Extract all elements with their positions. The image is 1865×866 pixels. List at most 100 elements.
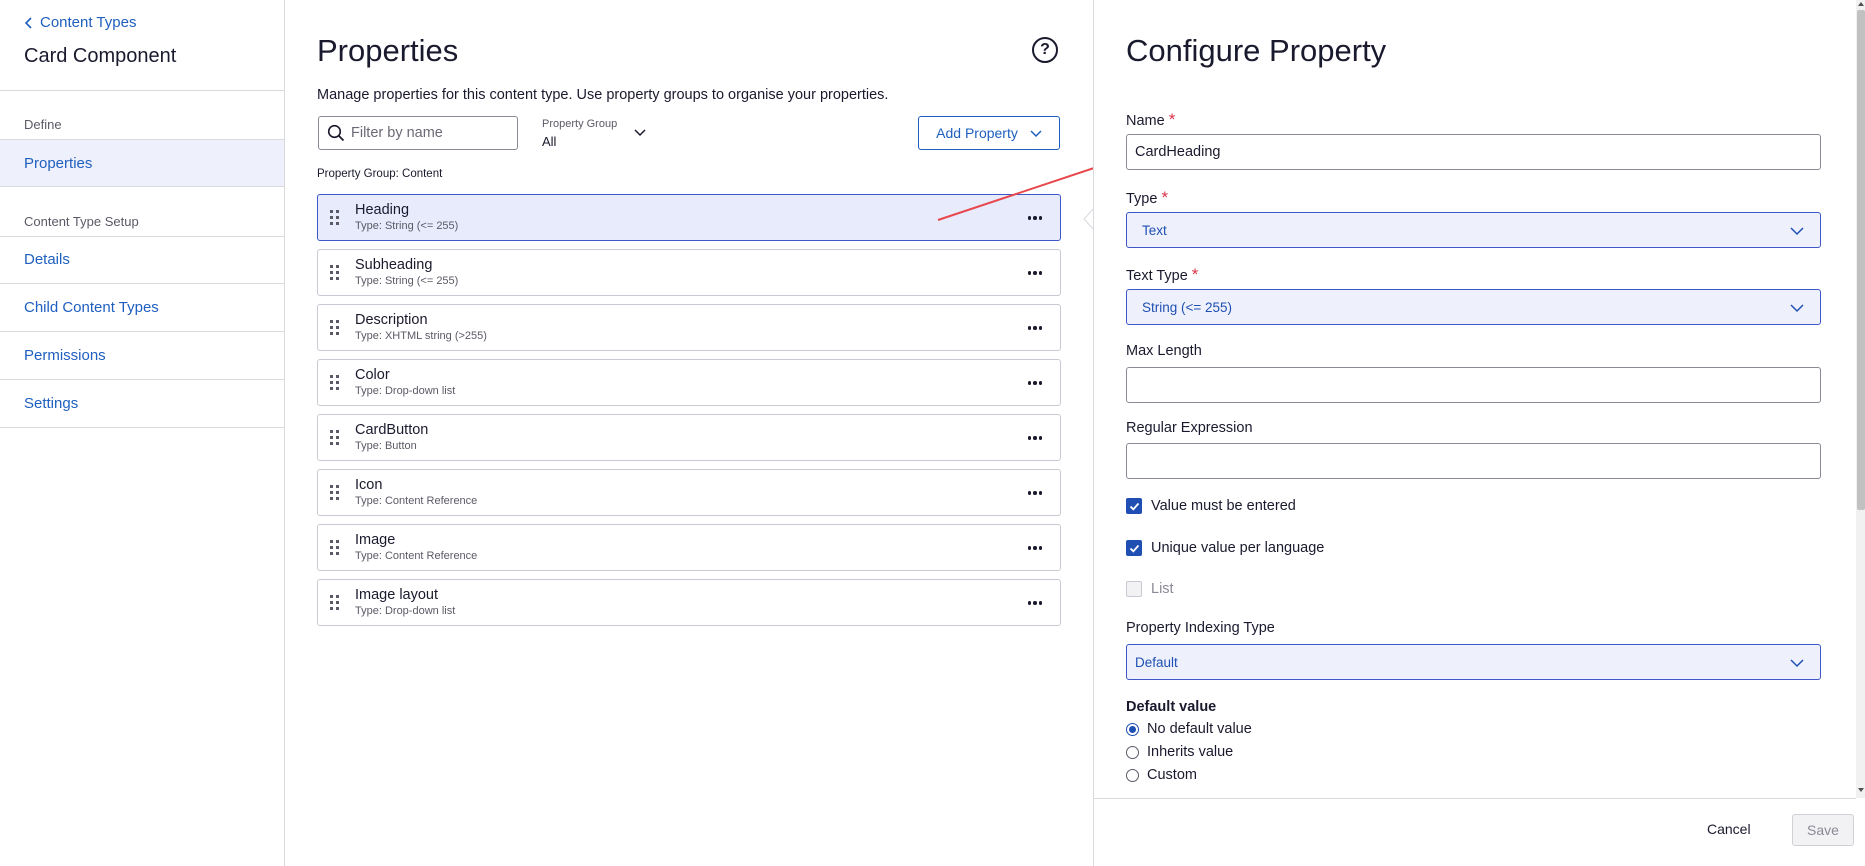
scroll-thumb[interactable] xyxy=(1857,10,1865,510)
list-checkbox[interactable]: List xyxy=(1126,581,1174,597)
drag-handle-icon[interactable] xyxy=(330,375,340,391)
property-row[interactable]: Image layout Type: Drop-down list xyxy=(317,579,1061,626)
property-type: Type: Content Reference xyxy=(355,495,478,507)
property-name: CardButton xyxy=(355,422,429,438)
add-property-label: Add Property xyxy=(936,125,1018,141)
value-required-checkbox[interactable]: Value must be entered xyxy=(1126,498,1296,514)
more-options-icon[interactable] xyxy=(1026,209,1044,227)
scroll-down-arrow-icon[interactable] xyxy=(1858,788,1864,792)
property-row[interactable]: Heading Type: String (<= 255) xyxy=(317,194,1061,241)
property-name: Icon xyxy=(355,477,383,493)
section-content-type-setup: Content Type Setup xyxy=(24,214,139,229)
filter-field[interactable] xyxy=(318,116,518,150)
property-group-select[interactable]: Property Group All xyxy=(542,116,652,150)
unique-per-language-checkbox[interactable]: Unique value per language xyxy=(1126,540,1324,556)
chevron-left-icon xyxy=(24,16,32,29)
property-name: Heading xyxy=(355,202,410,218)
more-options-icon[interactable] xyxy=(1026,429,1044,447)
more-options-icon[interactable] xyxy=(1026,319,1044,337)
max-length-label: Max Length xyxy=(1126,343,1202,359)
type-select[interactable]: Text xyxy=(1126,212,1821,248)
type-label-text: Type xyxy=(1126,191,1158,207)
property-row[interactable]: Description Type: XHTML string (>255) xyxy=(317,304,1061,351)
required-mark: * xyxy=(1191,265,1199,284)
search-icon xyxy=(327,124,345,142)
property-type: Type: Button xyxy=(355,440,417,452)
property-row[interactable]: Icon Type: Content Reference xyxy=(317,469,1061,516)
property-group-label: Property Group xyxy=(542,118,618,130)
sidebar-item-child-content-types[interactable]: Child Content Types xyxy=(0,284,284,332)
radio-inherits-value[interactable]: Inherits value xyxy=(1126,744,1233,760)
content-type-title: Card Component xyxy=(24,45,177,67)
more-options-icon[interactable] xyxy=(1026,374,1044,392)
more-options-icon[interactable] xyxy=(1026,264,1044,282)
radio-custom[interactable]: Custom xyxy=(1126,767,1197,783)
max-length-input[interactable] xyxy=(1126,367,1821,403)
filter-input[interactable] xyxy=(351,125,511,141)
text-type-select[interactable]: String (<= 255) xyxy=(1126,289,1821,325)
chevron-down-icon xyxy=(1790,659,1804,668)
property-type: Type: XHTML string (>255) xyxy=(355,330,487,342)
sidebar-item-settings[interactable]: Settings xyxy=(0,380,284,428)
save-button[interactable]: Save xyxy=(1792,814,1854,846)
scroll-up-arrow-icon[interactable] xyxy=(1858,2,1864,6)
property-row[interactable]: Color Type: Drop-down list xyxy=(317,359,1061,406)
required-mark: * xyxy=(1161,188,1169,207)
more-options-icon[interactable] xyxy=(1026,539,1044,557)
configure-title: Configure Property xyxy=(1126,33,1387,68)
sidebar-item-properties[interactable]: Properties xyxy=(0,139,284,187)
checkbox-checked xyxy=(1126,498,1142,514)
add-property-button[interactable]: Add Property xyxy=(918,116,1060,150)
name-label-text: Name xyxy=(1126,113,1165,129)
page-description: Manage properties for this content type.… xyxy=(317,87,889,103)
back-to-content-types-link[interactable]: Content Types xyxy=(24,14,136,31)
panel-footer: Cancel Save xyxy=(1094,798,1856,866)
chevron-down-icon xyxy=(1030,130,1042,138)
indexing-label: Property Indexing Type xyxy=(1126,620,1275,636)
property-type: Type: String (<= 255) xyxy=(355,220,459,232)
drag-handle-icon[interactable] xyxy=(330,320,340,336)
checkbox-unchecked xyxy=(1126,581,1142,597)
regex-input[interactable] xyxy=(1126,443,1821,479)
scrollbar[interactable] xyxy=(1856,0,1865,798)
more-options-icon[interactable] xyxy=(1026,484,1044,502)
property-type: Type: Drop-down list xyxy=(355,385,456,397)
drag-handle-icon[interactable] xyxy=(330,540,340,556)
chevron-down-icon xyxy=(634,129,646,137)
sidebar-item-label: Permissions xyxy=(24,347,106,364)
property-type: Type: Drop-down list xyxy=(355,605,456,617)
checkbox-label: List xyxy=(1151,581,1174,597)
sidebar: Content Types Card Component Define Prop… xyxy=(0,0,285,866)
question-circle-icon[interactable]: ? xyxy=(1032,37,1058,63)
drag-handle-icon[interactable] xyxy=(330,210,340,226)
radio-label: No default value xyxy=(1147,721,1252,737)
more-options-icon[interactable] xyxy=(1026,594,1044,612)
cancel-button[interactable]: Cancel xyxy=(1707,821,1751,837)
sidebar-item-details[interactable]: Details xyxy=(0,236,284,284)
drag-handle-icon[interactable] xyxy=(330,430,340,446)
divider xyxy=(0,90,284,91)
checkbox-label: Unique value per language xyxy=(1151,540,1325,556)
text-type-label-text: Text Type xyxy=(1126,268,1188,284)
drag-handle-icon[interactable] xyxy=(330,485,340,501)
drag-handle-icon[interactable] xyxy=(330,265,340,281)
chevron-down-icon xyxy=(1790,227,1804,236)
name-input[interactable]: CardHeading xyxy=(1126,134,1821,170)
back-link-label: Content Types xyxy=(40,14,137,31)
sidebar-item-label: Child Content Types xyxy=(24,299,159,316)
property-name: Image layout xyxy=(355,587,439,603)
property-row[interactable]: Subheading Type: String (<= 255) xyxy=(317,249,1061,296)
sidebar-item-permissions[interactable]: Permissions xyxy=(0,332,284,380)
type-label: Type * xyxy=(1126,188,1168,208)
chevron-down-icon xyxy=(1790,304,1804,313)
checkbox-label: Value must be entered xyxy=(1151,498,1296,514)
radio-no-default[interactable]: No default value xyxy=(1126,721,1252,737)
property-row[interactable]: CardButton Type: Button xyxy=(317,414,1061,461)
radio-selected xyxy=(1126,722,1139,736)
configure-property-panel: Configure Property Name * CardHeading Typ… xyxy=(1093,0,1865,866)
property-row[interactable]: Image Type: Content Reference xyxy=(317,524,1061,571)
indexing-type-select[interactable]: Default xyxy=(1126,644,1821,680)
property-group-value: All xyxy=(542,134,557,149)
drag-handle-icon[interactable] xyxy=(330,595,340,611)
text-type-select-value: String (<= 255) xyxy=(1142,299,1233,315)
